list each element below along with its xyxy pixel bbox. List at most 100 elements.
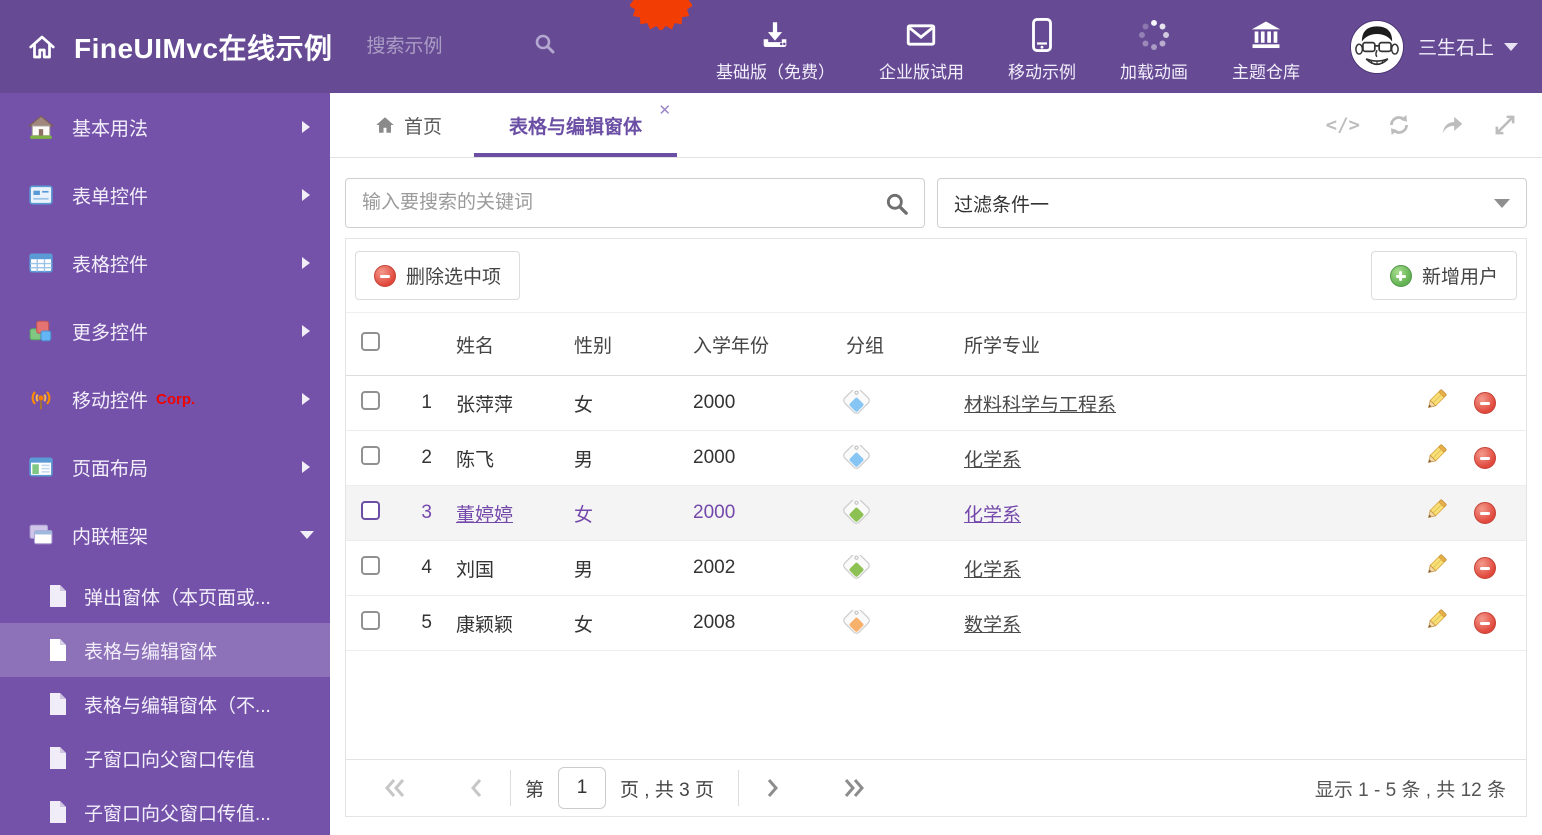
sidebar-subitem-label: 子窗口向父窗口传值 [84,749,256,771]
row-gender: 女 [574,504,594,526]
major-link[interactable]: 化学系 [964,505,1021,526]
delete-icon[interactable] [1474,447,1496,469]
sidebar-subitem-popup-window[interactable]: 弹出窗体（本页面或... [0,569,330,623]
search-icon[interactable] [533,32,557,61]
tag-icon [841,444,872,470]
row-checkbox[interactable] [361,610,380,630]
plus-circle-icon [1389,264,1412,287]
row-year: 2000 [693,447,736,468]
top-search-input[interactable] [366,35,527,58]
row-checkbox[interactable] [361,555,380,575]
column-header-gender[interactable]: 性别 [564,331,683,358]
chevron-right-icon [302,189,310,201]
edit-icon[interactable] [1424,388,1448,418]
open-new-window-icon[interactable] [1438,112,1466,138]
sidebar-item-grid-controls[interactable]: 表格控件 [0,229,330,297]
row-gender: 女 [574,614,594,636]
major-link[interactable]: 化学系 [964,560,1021,581]
sidebar-subitem-child-to-parent[interactable]: 子窗口向父窗口传值 [0,731,330,785]
table-row[interactable]: 4 刘国 男 2002 化学系 [346,541,1526,596]
avatar [1349,19,1404,74]
antenna-icon [28,386,54,412]
keyword-search-input[interactable] [346,179,924,227]
table-row[interactable]: 5 康颖颖 女 2008 数学系 [346,596,1526,651]
nav-label: 主题仓库 [1231,63,1300,82]
table-row-selected[interactable]: 3 董婷婷 女 2000 化学系 [346,486,1526,541]
app-title: FineUIMvc在线示例 [74,32,333,64]
edit-icon[interactable] [1424,553,1448,583]
nav-label: 加载动画 [1119,63,1188,82]
nav-item-basic-edition[interactable]: FREE! 基础版（免费） [629,0,857,83]
chevron-right-icon [302,257,310,269]
edit-icon[interactable] [1424,498,1448,528]
sidebar: 基本用法 表单控件 表格控件 更多控件 移动控件 Corp. 页面布局 内联框架… [0,93,330,835]
sidebar-subitem-grid-edit-window[interactable]: 表格与编辑窗体 [0,623,330,677]
column-header-name[interactable]: 姓名 [446,331,564,358]
tab-active-indicator [474,153,678,157]
file-icon [48,800,68,824]
nav-item-theme-repo[interactable]: 主题仓库 [1210,16,1322,83]
filter-dropdown[interactable]: 过滤条件一 [937,178,1527,228]
table-row[interactable]: 2 陈飞 男 2000 化学系 [346,431,1526,486]
record-summary: 显示 1 - 5 条 , 共 12 条 [1314,779,1506,801]
row-name: 董婷婷 [456,504,514,526]
row-index: 5 [421,612,432,633]
pagination-bar: 第 页 , 共 3 页 显示 1 - 5 条 , 共 12 条 [346,759,1526,816]
sidebar-item-mobile-controls[interactable]: 移动控件 Corp. [0,365,330,433]
tab-grid-edit-window[interactable]: 表格与编辑窗体 ✕ [474,93,678,157]
prev-page-button[interactable] [456,776,496,800]
select-all-checkbox[interactable] [361,331,380,351]
sidebar-item-more-controls[interactable]: 更多控件 [0,297,330,365]
corp-badge: Corp. [156,390,196,408]
maximize-icon[interactable] [1492,112,1518,138]
table-row[interactable]: 1 张萍萍 女 2000 材料科学与工程系 [346,376,1526,431]
sidebar-item-label: 表单控件 [72,186,149,208]
row-year: 2002 [693,557,736,578]
row-checkbox[interactable] [361,445,380,465]
major-link[interactable]: 化学系 [964,450,1021,471]
sidebar-item-basic-usage[interactable]: 基本用法 [0,93,330,161]
first-page-button[interactable] [376,776,416,800]
last-page-button[interactable] [833,776,873,800]
file-icon [48,746,68,770]
delete-icon[interactable] [1474,502,1496,524]
sidebar-item-page-layout[interactable]: 页面布局 [0,433,330,501]
refresh-icon[interactable] [1386,112,1412,138]
row-gender: 男 [574,449,594,471]
page-number-input[interactable] [558,767,607,809]
nav-item-enterprise-trial[interactable]: 企业版试用 [857,16,986,83]
major-link[interactable]: 材料科学与工程系 [964,395,1116,416]
major-link[interactable]: 数学系 [964,615,1021,636]
edit-icon[interactable] [1424,443,1448,473]
tab-close-icon[interactable]: ✕ [658,103,671,118]
top-nav: FREE! 基础版（免费） 企业版 [624,0,1322,93]
sidebar-subitem-grid-edit-window-2[interactable]: 表格与编辑窗体（不... [0,677,330,731]
divider [510,770,511,806]
nav-item-mobile-demo[interactable]: 移动示例 [986,16,1098,83]
column-header-year[interactable]: 入学年份 [683,331,836,358]
column-header-major[interactable]: 所学专业 [954,331,1416,358]
row-checkbox[interactable] [361,500,380,520]
column-header-group[interactable]: 分组 [836,331,954,358]
user-menu[interactable]: 三生石上 [1322,19,1542,74]
nav-item-loading-animation[interactable]: 加载动画 [1098,16,1210,83]
top-bar: FineUIMvc在线示例 FREE! [0,0,1542,93]
row-checkbox[interactable] [361,390,380,410]
source-code-icon[interactable]: </> [1326,114,1360,136]
delete-icon[interactable] [1474,612,1496,634]
home-icon [376,117,394,133]
edit-icon[interactable] [1424,608,1448,638]
next-page-button[interactable] [753,776,793,800]
tab-home[interactable]: 首页 [364,93,452,157]
row-name: 刘国 [456,559,495,581]
brand[interactable]: FineUIMvc在线示例 [0,27,333,67]
delete-icon[interactable] [1474,557,1496,579]
sidebar-item-form-controls[interactable]: 表单控件 [0,161,330,229]
sidebar-item-iframe[interactable]: 内联框架 [0,501,330,569]
add-user-button[interactable]: 新增用户 [1370,251,1517,300]
delete-selected-button[interactable]: 删除选中项 [355,251,521,300]
sidebar-subitem-child-to-parent-2[interactable]: 子窗口向父窗口传值... [0,785,330,835]
file-icon [48,638,68,662]
search-icon[interactable] [884,191,910,222]
delete-icon[interactable] [1474,392,1496,414]
